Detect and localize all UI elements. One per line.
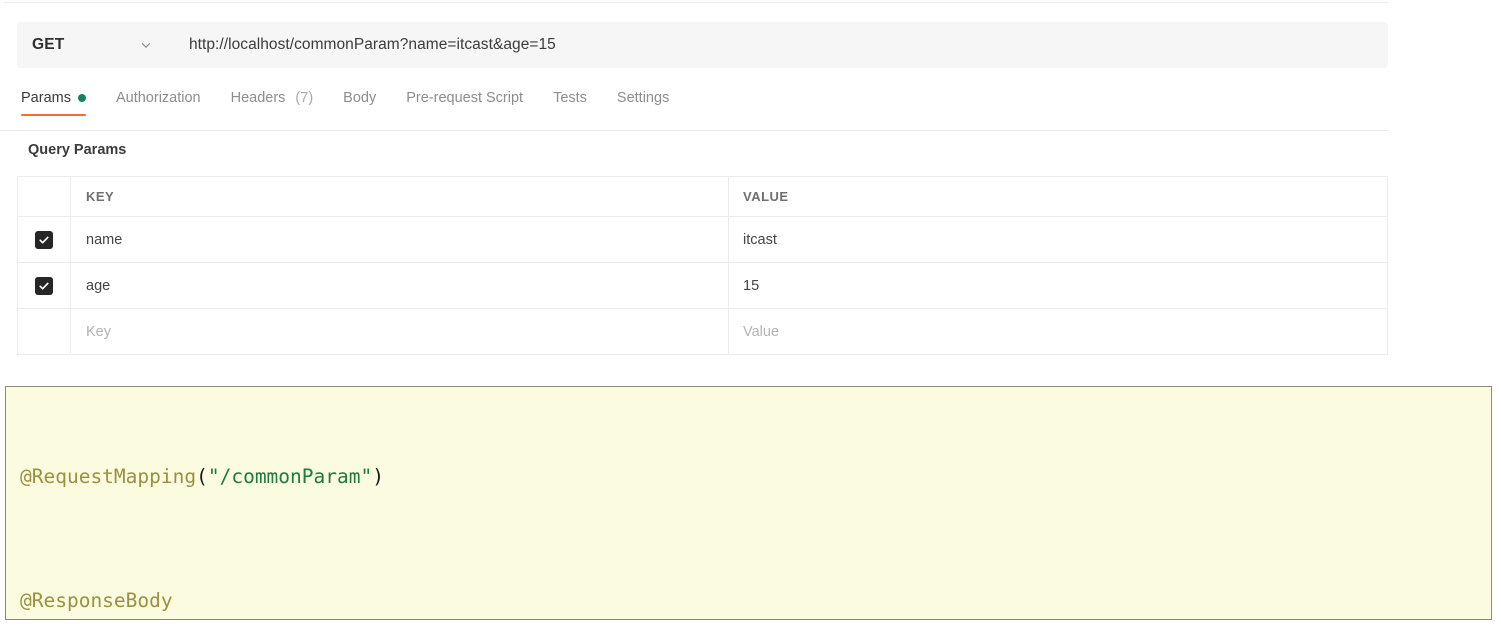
empty-row-key-cell[interactable]: Key <box>71 309 729 354</box>
row-value-value: itcast <box>743 231 777 248</box>
tab-pre-request-script[interactable]: Pre-request Script <box>406 90 540 118</box>
tab-tests[interactable]: Tests <box>553 90 604 118</box>
tab-tests-label: Tests <box>553 90 587 106</box>
row-value-value: 15 <box>743 277 760 294</box>
row-value-cell[interactable]: 15 <box>729 263 1388 308</box>
tab-headers[interactable]: Headers (7) <box>231 90 331 118</box>
annotation-response-body: @ResponseBody <box>20 589 173 612</box>
code-paren-close: ) <box>372 465 384 488</box>
java-code-snippet: @RequestMapping("/commonParam") @Respons… <box>5 386 1492 620</box>
tab-authorization-label: Authorization <box>115 90 201 106</box>
tab-body[interactable]: Body <box>343 90 393 118</box>
code-line-1: @RequestMapping("/commonParam") <box>20 461 1491 492</box>
empty-row-value-cell[interactable]: Value <box>729 309 1388 354</box>
tab-params-label: Params <box>21 90 71 106</box>
table-header-row: KEY VALUE <box>18 177 1388 217</box>
row-enabled-checkbox[interactable] <box>35 230 53 249</box>
query-params-table: KEY VALUE name itcast age 15 Key Value <box>17 176 1388 355</box>
postman-request-panel: GET http://localhost/commonParam?name=it… <box>0 0 1388 356</box>
column-header-value: VALUE <box>743 189 789 204</box>
tab-settings-label: Settings <box>616 90 670 106</box>
query-params-title: Query Params <box>28 142 127 158</box>
empty-row-key-placeholder: Key <box>86 323 111 340</box>
tab-headers-count: (7) <box>295 90 314 106</box>
row-enabled-checkbox[interactable] <box>35 276 53 295</box>
tabs-divider <box>0 130 1388 131</box>
row-checkbox-cell <box>18 217 71 262</box>
tab-body-label: Body <box>343 90 377 106</box>
row-key-cell[interactable]: name <box>71 217 729 262</box>
tab-pre-request-script-label: Pre-request Script <box>406 90 524 106</box>
row-checkbox-cell <box>18 263 71 308</box>
annotation-request-mapping: @RequestMapping <box>20 465 197 488</box>
request-url-bar: GET http://localhost/commonParam?name=it… <box>17 22 1388 68</box>
row-key-value: age <box>86 277 111 294</box>
code-line-2: @ResponseBody <box>20 585 1491 616</box>
header-value-cell: VALUE <box>729 177 1388 216</box>
empty-row-checkbox-cell <box>18 309 71 354</box>
code-paren-open: ( <box>196 465 208 488</box>
http-method-dropdown[interactable]: GET <box>17 22 167 68</box>
table-empty-row: Key Value <box>18 309 1388 355</box>
table-row: name itcast <box>18 217 1388 263</box>
tab-headers-label: Headers <box>230 90 286 106</box>
mapping-path-string: "/commonParam" <box>207 465 373 488</box>
empty-row-value-placeholder: Value <box>743 323 780 340</box>
column-header-key: KEY <box>86 189 115 204</box>
chevron-down-icon <box>139 38 153 52</box>
http-method-label: GET <box>32 36 65 53</box>
tab-authorization[interactable]: Authorization <box>116 90 218 118</box>
request-url-input[interactable]: http://localhost/commonParam?name=itcast… <box>167 36 556 54</box>
tab-params[interactable]: Params <box>21 90 103 118</box>
row-value-cell[interactable]: itcast <box>729 217 1388 262</box>
request-tabs: Params Authorization Headers (7) Body Pr… <box>21 90 699 128</box>
tab-settings[interactable]: Settings <box>617 90 686 118</box>
header-key-cell: KEY <box>71 177 729 216</box>
row-key-value: name <box>86 231 123 248</box>
table-row: age 15 <box>18 263 1388 309</box>
header-checkbox-cell <box>18 177 71 216</box>
row-key-cell[interactable]: age <box>71 263 729 308</box>
active-tab-underline <box>21 113 86 116</box>
params-modified-dot-icon <box>77 94 86 102</box>
